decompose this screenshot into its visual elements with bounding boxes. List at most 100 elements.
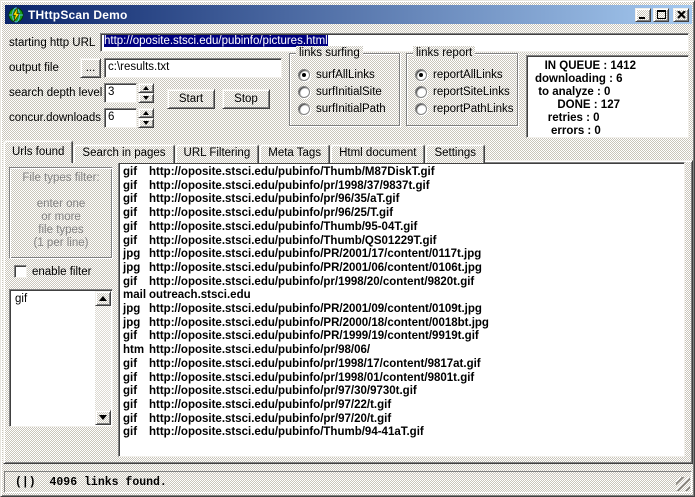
concur-downloads-stepper [138,108,154,128]
minimize-icon[interactable] [635,8,651,22]
url-row[interactable]: jpghttp://oposite.stsci.edu/pubinfo/PR/2… [119,262,684,276]
start-button[interactable]: Start [167,89,215,109]
maximize-icon[interactable] [653,8,669,22]
enable-filter-label: enable filter [32,266,91,278]
radio-label: reportPathLinks [433,103,514,115]
tab[interactable]: URL Filtering [175,144,260,163]
url-row[interactable]: gifhttp://oposite.stsci.edu/pubinfo/Thum… [119,166,684,180]
spin-up-icon[interactable] [138,108,154,118]
scroll-up-icon[interactable] [95,291,111,306]
radio-option[interactable]: surfInitialPath [298,100,399,117]
output-file-input[interactable]: c:\results.txt [104,58,282,78]
url-row[interactable]: gifhttp://oposite.stsci.edu/pubinfo/Thum… [119,426,684,440]
radio-icon[interactable] [298,86,310,98]
radio-option[interactable]: reportSiteLinks [415,83,517,100]
scroll-down-icon[interactable] [95,410,111,425]
url-row[interactable]: gifhttp://oposite.stsci.edu/pubinfo/pr/1… [119,372,684,386]
url-row-type: mail [119,289,149,303]
file-type-item[interactable]: gif [12,292,94,305]
url-row-url: http://oposite.stsci.edu/pubinfo/PR/2000… [149,317,489,329]
hint-line: (1 per line) [10,237,112,250]
url-row-url: http://oposite.stsci.edu/pubinfo/pr/1998… [149,180,430,192]
url-row[interactable]: gifhttp://oposite.stsci.edu/pubinfo/pr/9… [119,193,684,207]
url-row-url: http://oposite.stsci.edu/pubinfo/pr/97/2… [149,399,391,411]
enable-filter-checkbox[interactable] [14,265,27,278]
radio-icon[interactable] [415,86,427,98]
url-row[interactable]: htmhttp://oposite.stsci.edu/pubinfo/pr/9… [119,344,684,358]
radio-icon[interactable] [415,69,427,81]
url-row[interactable]: gifhttp://oposite.stsci.edu/pubinfo/Thum… [119,235,684,249]
queue-status-line: to analyze : 0 [535,86,688,99]
output-file-value: c:\results.txt [108,61,169,73]
url-row-type: gif [119,358,149,372]
url-row[interactable]: gifhttp://oposite.stsci.edu/pubinfo/pr/9… [119,413,684,427]
links-report-options: reportAllLinks reportSiteLinks reportPat… [415,66,517,117]
url-row[interactable]: jpghttp://oposite.stsci.edu/pubinfo/PR/2… [119,303,684,317]
url-row[interactable]: gifhttp://oposite.stsci.edu/pubinfo/Thum… [119,221,684,235]
starting-url-input[interactable]: http://oposite.stsci.edu/pubinfo/picture… [100,33,689,52]
concur-downloads-input[interactable]: 6 [104,108,137,128]
app-window: THttpScan Demo starting http URL http://… [0,0,695,497]
tab-label: Html document [339,147,416,159]
urls-found-list[interactable]: gif http://oposite.stsci.edu/pubinfo/Thum… [118,162,685,457]
browse-button-label: ... [86,62,96,74]
hint-line [10,185,112,198]
url-row[interactable]: gifhttp://oposite.stsci.edu/pubinfo/PR/1… [119,330,684,344]
url-row[interactable]: gifhttp://oposite.stsci.edu/pubinfo/pr/1… [119,180,684,194]
search-depth-input[interactable]: 3 [104,83,137,103]
url-row[interactable]: gifhttp://oposite.stsci.edu/pubinfo/pr/1… [119,358,684,372]
tab[interactable]: Meta Tags [259,144,330,163]
url-row[interactable]: gifhttp://oposite.stsci.edu/pubinfo/pr/9… [119,399,684,413]
url-row[interactable]: mailoutreach.stsci.edu [119,289,684,303]
url-row-url: http://oposite.stsci.edu/pubinfo/Thumb/Q… [149,235,437,247]
radio-icon[interactable] [415,103,427,115]
url-row[interactable]: jpghttp://oposite.stsci.edu/pubinfo/PR/2… [119,317,684,331]
radio-label: surfAllLinks [316,69,375,81]
radio-icon[interactable] [298,103,310,115]
tab[interactable]: Urls found [3,140,73,163]
tab[interactable]: Settings [425,144,485,163]
hint-line: enter one [10,198,112,211]
url-row-type: jpg [119,303,149,317]
status-bar: (|) 4096 links found. [4,471,692,493]
url-row[interactable]: jpghttp://oposite.stsci.edu/pubinfo/PR/2… [119,248,684,262]
starting-url-label: starting http URL [9,37,95,49]
tab[interactable]: Html document [330,144,425,163]
resize-grip-icon[interactable] [676,477,690,491]
queue-status-line: DONE : 127 [535,99,688,112]
file-types-scrollbar[interactable] [95,291,111,425]
url-row-url: http://oposite.stsci.edu/pubinfo/pr/96/3… [149,193,399,205]
url-row-url: http://oposite.stsci.edu/pubinfo/pr/97/2… [149,413,391,425]
spin-up-icon[interactable] [138,83,154,93]
scroll-track[interactable] [95,306,111,410]
links-report-title: links report [413,46,475,60]
radio-option[interactable]: reportAllLinks [415,66,517,83]
titlebar[interactable]: THttpScan Demo [5,5,692,24]
radio-option[interactable]: reportPathLinks [415,100,517,117]
browse-button[interactable]: ... [80,58,101,78]
url-row-type: gif [119,276,149,290]
url-row-url: http://oposite.stsci.edu/pubinfo/pr/98/0… [149,344,370,356]
url-row-url: http://oposite.stsci.edu/pubinfo/pr/1998… [149,372,474,384]
tab[interactable]: Search in pages [73,144,174,163]
close-icon[interactable] [673,8,689,22]
url-row[interactable]: gifhttp://oposite.stsci.edu/pubinfo/pr/9… [119,385,684,399]
tab-bar: Urls found Search in pages URL Filtering… [3,140,485,163]
stop-button[interactable]: Stop [222,89,270,109]
radio-option[interactable]: surfInitialSite [298,83,399,100]
status-bar-text: (|) 4096 links found. [5,476,167,489]
url-row[interactable]: gifhttp://oposite.stsci.edu/pubinfo/pr/9… [119,207,684,221]
url-row-url: http://oposite.stsci.edu/pubinfo/pr/96/2… [149,207,393,219]
url-row-type: jpg [119,317,149,331]
url-row-url: http://oposite.stsci.edu/pubinfo/Thumb/9… [149,221,417,233]
queue-status-line: downloading : 6 [535,73,688,86]
url-row[interactable]: gifhttp://oposite.stsci.edu/pubinfo/pr/1… [119,276,684,290]
spin-down-icon[interactable] [138,93,154,103]
url-row-type: gif [119,385,149,399]
queue-status-line: retries : 0 [535,112,688,125]
spin-down-icon[interactable] [138,118,154,128]
file-types-filter-hint: File types filter:enter oneor morefile t… [9,167,113,259]
radio-icon[interactable] [298,69,310,81]
radio-option[interactable]: surfAllLinks [298,66,399,83]
file-types-listbox[interactable]: gif [9,289,113,427]
